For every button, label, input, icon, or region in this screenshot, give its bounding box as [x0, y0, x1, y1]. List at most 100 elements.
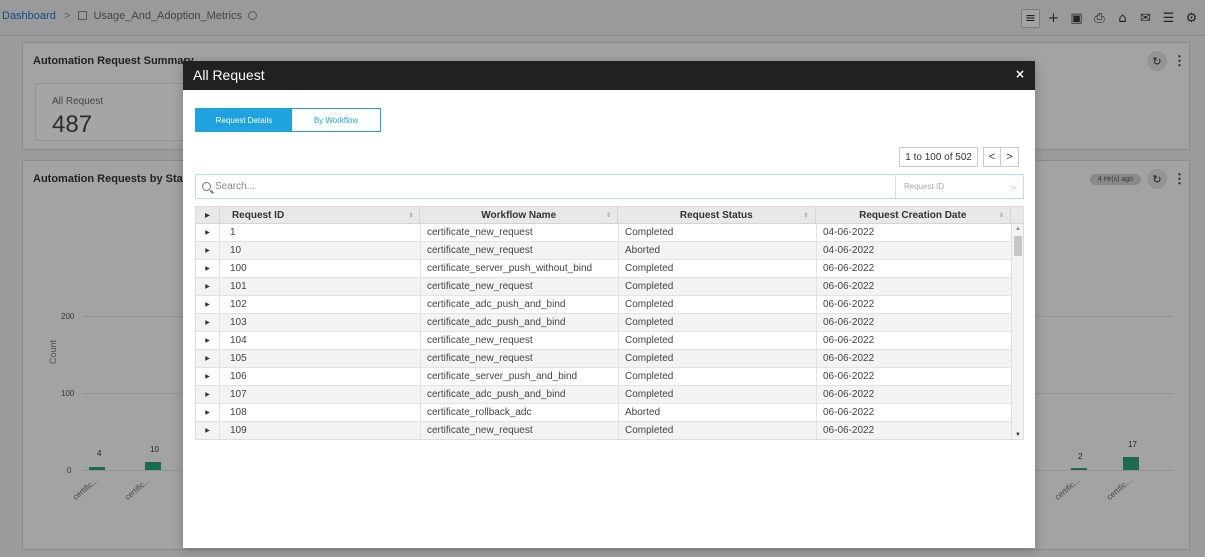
cell-creation-date: 06-06-2022: [817, 386, 1013, 403]
table-row[interactable]: ▶ 101 certificate_new_request Completed 06-0…: [196, 278, 1023, 296]
sort-icon[interactable]: ⇕: [408, 212, 413, 219]
pagination-range: 1 to 100 of 502: [899, 147, 978, 167]
cell-workflow-name: certificate_new_request: [421, 278, 619, 295]
expand-row-icon[interactable]: ▶: [196, 404, 220, 421]
pagination: 1 to 100 of 502 < >: [899, 147, 1019, 167]
expand-row-icon[interactable]: ▶: [196, 278, 220, 295]
sort-icon[interactable]: ⇕: [606, 212, 611, 219]
cell-creation-date: 06-06-2022: [817, 314, 1013, 331]
table-row[interactable]: ▶ 102 certificate_adc_push_and_bind Complet…: [196, 296, 1023, 314]
search-input[interactable]: [215, 181, 615, 192]
cell-request-status: Completed: [619, 224, 817, 241]
cell-workflow-name: certificate_server_push_without_bind: [421, 260, 619, 277]
cell-workflow-name: certificate_new_request: [421, 422, 619, 439]
tab-request-details[interactable]: Request Details: [196, 109, 292, 131]
sort-icon[interactable]: ⇕: [999, 212, 1004, 219]
cell-creation-date: 06-06-2022: [817, 422, 1013, 439]
expand-row-icon[interactable]: ▶: [196, 386, 220, 403]
modal-title: All Request: [193, 67, 265, 83]
table-row[interactable]: ▶ 106 certificate_server_push_and_bind Comp…: [196, 368, 1023, 386]
cell-request-status: Completed: [619, 422, 817, 439]
table-row[interactable]: ▶ 107 certificate_adc_push_and_bind Complet…: [196, 386, 1023, 404]
cell-request-id: 104: [220, 332, 421, 349]
cell-creation-date: 04-06-2022: [817, 242, 1013, 259]
cell-request-id: 1: [220, 224, 421, 241]
column-header-request-id[interactable]: Request ID ⇕: [220, 207, 421, 223]
cell-workflow-name: certificate_adc_push_and_bind: [421, 314, 619, 331]
cell-request-status: Completed: [619, 332, 817, 349]
chevron-down-icon: ⌵: [1010, 181, 1017, 191]
requests-table: ▶ Request ID ⇕ Workflow Name ⇕ Request Sta…: [195, 206, 1024, 440]
column-header-creation-date[interactable]: Request Creation Date ⇕: [816, 207, 1012, 223]
cell-request-status: Completed: [619, 278, 817, 295]
cell-request-id: 10: [220, 242, 421, 259]
cell-request-id: 106: [220, 368, 421, 385]
all-request-modal: All Request × Request Details By Workflo…: [183, 61, 1035, 548]
expand-column-header: ▶: [196, 207, 220, 223]
cell-creation-date: 06-06-2022: [817, 368, 1013, 385]
scroll-down-icon[interactable]: ▼: [1015, 432, 1021, 438]
table-row[interactable]: ▶ 1 certificate_new_request Completed 04-06-…: [196, 224, 1023, 242]
cell-creation-date: 06-06-2022: [817, 350, 1013, 367]
cell-request-status: Completed: [619, 314, 817, 331]
cell-request-status: Aborted: [619, 242, 817, 259]
cell-request-status: Completed: [619, 368, 817, 385]
search-field-select[interactable]: Request ID ⌵: [895, 175, 1023, 198]
expand-row-icon[interactable]: ▶: [196, 422, 220, 439]
expand-row-icon[interactable]: ▶: [196, 332, 220, 349]
table-row[interactable]: ▶ 105 certificate_new_request Completed 06-0…: [196, 350, 1023, 368]
expand-row-icon[interactable]: ▶: [196, 224, 220, 241]
search-box: [196, 175, 895, 198]
table-row[interactable]: ▶ 100 certificate_server_push_without_bind…: [196, 260, 1023, 278]
table-row[interactable]: ▶ 104 certificate_new_request Completed 06-0…: [196, 332, 1023, 350]
next-page-button[interactable]: >: [1001, 147, 1019, 167]
search-field-placeholder: Request ID: [904, 182, 945, 191]
cell-request-id: 101: [220, 278, 421, 295]
cell-workflow-name: certificate_rollback_adc: [421, 404, 619, 421]
tab-by-workflow[interactable]: By Workflow: [292, 109, 380, 131]
column-header-request-status[interactable]: Request Status ⇕: [618, 207, 816, 223]
sort-icon[interactable]: ⇕: [803, 212, 808, 219]
table-row[interactable]: ▶ 10 certificate_new_request Aborted 04-06-2…: [196, 242, 1023, 260]
previous-page-button[interactable]: <: [983, 147, 1001, 167]
cell-request-status: Completed: [619, 386, 817, 403]
column-header-workflow-name[interactable]: Workflow Name ⇕: [420, 207, 618, 223]
cell-creation-date: 06-06-2022: [817, 278, 1013, 295]
cell-request-status: Aborted: [619, 404, 817, 421]
search-icon: [202, 182, 211, 191]
cell-workflow-name: certificate_adc_push_and_bind: [421, 386, 619, 403]
modal-header: All Request ×: [183, 61, 1035, 90]
scrollbar-header: [1011, 207, 1023, 223]
cell-creation-date: 04-06-2022: [817, 224, 1013, 241]
cell-request-status: Completed: [619, 260, 817, 277]
table-body: ▶ 1 certificate_new_request Completed 04-06-…: [196, 224, 1023, 439]
cell-request-id: 100: [220, 260, 421, 277]
cell-request-id: 105: [220, 350, 421, 367]
view-tabs: Request Details By Workflow: [195, 108, 381, 132]
expand-row-icon[interactable]: ▶: [196, 260, 220, 277]
scroll-up-icon[interactable]: ▲: [1015, 226, 1021, 232]
pagination-buttons: < >: [983, 147, 1019, 167]
table-scrollbar[interactable]: ▲ ▼: [1011, 224, 1023, 439]
expand-row-icon[interactable]: ▶: [196, 368, 220, 385]
search-bar: Request ID ⌵: [195, 174, 1024, 199]
expand-row-icon[interactable]: ▶: [196, 350, 220, 367]
table-row[interactable]: ▶ 108 certificate_rollback_adc Aborted 06-06…: [196, 404, 1023, 422]
table-row[interactable]: ▶ 103 certificate_adc_push_and_bind Complet…: [196, 314, 1023, 332]
cell-creation-date: 06-06-2022: [817, 296, 1013, 313]
expand-row-icon[interactable]: ▶: [196, 296, 220, 313]
cell-request-id: 108: [220, 404, 421, 421]
close-icon[interactable]: ×: [1015, 67, 1025, 81]
table-header: ▶ Request ID ⇕ Workflow Name ⇕ Request Sta…: [196, 207, 1023, 224]
caret-right-icon: ▶: [205, 212, 210, 219]
cell-workflow-name: certificate_server_push_and_bind: [421, 368, 619, 385]
cell-workflow-name: certificate_new_request: [421, 224, 619, 241]
scrollbar-thumb[interactable]: [1014, 236, 1022, 256]
cell-request-id: 109: [220, 422, 421, 439]
cell-creation-date: 06-06-2022: [817, 404, 1013, 421]
cell-request-status: Completed: [619, 350, 817, 367]
cell-request-id: 107: [220, 386, 421, 403]
table-row[interactable]: ▶ 109 certificate_new_request Completed 06-0…: [196, 422, 1023, 439]
expand-row-icon[interactable]: ▶: [196, 242, 220, 259]
expand-row-icon[interactable]: ▶: [196, 314, 220, 331]
